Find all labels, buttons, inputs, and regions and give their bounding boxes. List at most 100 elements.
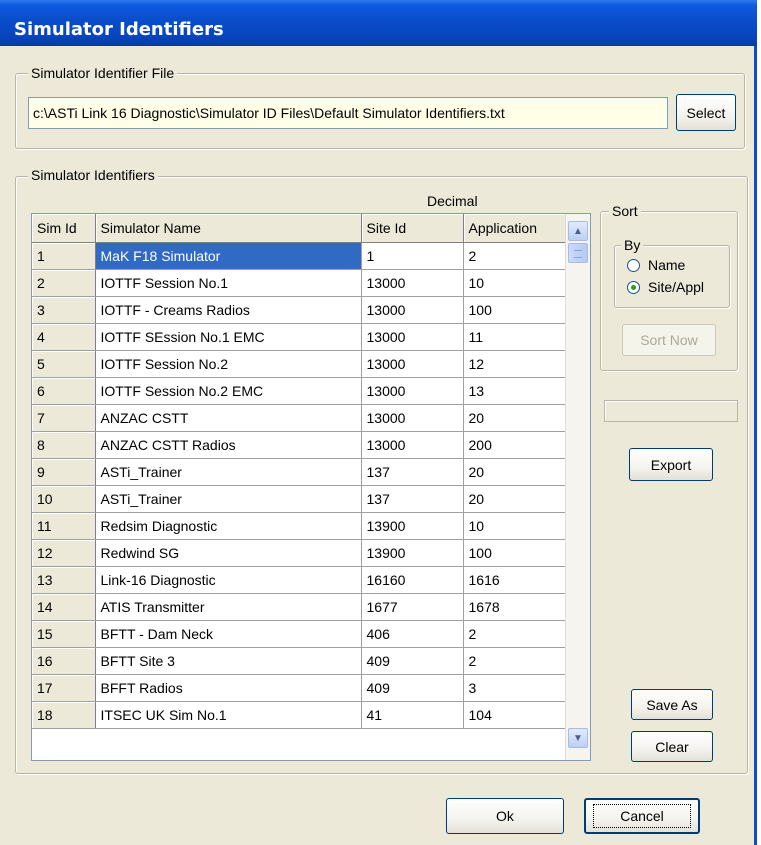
table-row[interactable]: 13 Link-16 Diagnostic 16160 1616 [32, 566, 566, 594]
cell-application[interactable]: 2 [463, 620, 566, 648]
cell-simulator-name[interactable]: IOTTF Session No.2 EMC [95, 377, 362, 405]
table-row[interactable]: 17 BFFT Radios 409 3 [32, 674, 566, 702]
cell-sim-id[interactable]: 6 [32, 377, 96, 405]
ok-button[interactable]: Ok [446, 798, 564, 834]
table-row[interactable]: 4 IOTTF SEssion No.1 EMC 13000 11 [32, 323, 566, 351]
cell-site-id[interactable]: 41 [361, 701, 464, 729]
cell-simulator-name[interactable]: IOTTF SEssion No.1 EMC [95, 323, 362, 351]
cell-application[interactable]: 100 [463, 296, 566, 324]
column-header-application[interactable]: Application [463, 214, 566, 243]
cell-simulator-name[interactable]: Link-16 Diagnostic [95, 566, 362, 594]
cell-site-id[interactable]: 13000 [361, 296, 464, 324]
cell-site-id[interactable]: 13000 [361, 350, 464, 378]
cell-site-id[interactable]: 409 [361, 674, 464, 702]
cell-application[interactable]: 10 [463, 512, 566, 540]
cell-simulator-name[interactable]: ANZAC CSTT Radios [95, 431, 362, 459]
cell-site-id[interactable]: 406 [361, 620, 464, 648]
table-row[interactable]: 3 IOTTF - Creams Radios 13000 100 [32, 296, 566, 324]
save-as-button[interactable]: Save As [631, 689, 713, 720]
table-row[interactable]: 9 ASTi_Trainer 137 20 [32, 458, 566, 486]
cell-simulator-name[interactable]: BFTT - Dam Neck [95, 620, 362, 648]
select-button[interactable]: Select [676, 94, 736, 131]
table-row[interactable]: 2 IOTTF Session No.1 13000 10 [32, 269, 566, 297]
table-row[interactable]: 8 ANZAC CSTT Radios 13000 200 [32, 431, 566, 459]
cell-application[interactable]: 1678 [463, 593, 566, 621]
cell-simulator-name[interactable]: Redsim Diagnostic [95, 512, 362, 540]
table-row[interactable]: 18 ITSEC UK Sim No.1 41 104 [32, 701, 566, 729]
title-bar[interactable]: Simulator Identifiers [0, 0, 757, 46]
cell-sim-id[interactable]: 15 [32, 620, 96, 648]
table-row[interactable]: 10 ASTi_Trainer 137 20 [32, 485, 566, 513]
scroll-up-arrow-icon[interactable]: ▲ [568, 221, 588, 241]
cell-sim-id[interactable]: 18 [32, 701, 96, 729]
cell-sim-id[interactable]: 4 [32, 323, 96, 351]
cell-application[interactable]: 20 [463, 485, 566, 513]
cell-application[interactable]: 3 [463, 674, 566, 702]
cell-site-id[interactable]: 1 [361, 242, 464, 270]
cell-site-id[interactable]: 137 [361, 485, 464, 513]
cell-sim-id[interactable]: 13 [32, 566, 96, 594]
cell-application[interactable]: 104 [463, 701, 566, 729]
table-row[interactable]: 5 IOTTF Session No.2 13000 12 [32, 350, 566, 378]
cell-site-id[interactable]: 13000 [361, 269, 464, 297]
table-row[interactable]: 14 ATIS Transmitter 1677 1678 [32, 593, 566, 621]
cell-sim-id[interactable]: 9 [32, 458, 96, 486]
scroll-down-arrow-icon[interactable]: ▼ [568, 728, 588, 748]
cell-application[interactable]: 2 [463, 647, 566, 675]
table-row[interactable]: 11 Redsim Diagnostic 13900 10 [32, 512, 566, 540]
cell-simulator-name[interactable]: ASTi_Trainer [95, 485, 362, 513]
file-path-field[interactable]: c:\ASTi Link 16 Diagnostic\Simulator ID … [28, 97, 668, 129]
cell-sim-id[interactable]: 3 [32, 296, 96, 324]
column-header-site-id[interactable]: Site Id [361, 214, 464, 243]
cell-application[interactable]: 20 [463, 458, 566, 486]
cell-simulator-name[interactable]: MaK F18 Simulator [95, 242, 362, 270]
vertical-scrollbar[interactable]: ▲ ▼ [565, 214, 590, 760]
column-header-simulator-name[interactable]: Simulator Name [95, 214, 362, 243]
cell-site-id[interactable]: 137 [361, 458, 464, 486]
cell-sim-id[interactable]: 17 [32, 674, 96, 702]
cell-application[interactable]: 12 [463, 350, 566, 378]
cell-site-id[interactable]: 16160 [361, 566, 464, 594]
cell-site-id[interactable]: 13000 [361, 377, 464, 405]
cell-simulator-name[interactable]: Redwind SG [95, 539, 362, 567]
cell-simulator-name[interactable]: IOTTF Session No.2 [95, 350, 362, 378]
cell-sim-id[interactable]: 2 [32, 269, 96, 297]
clear-button[interactable]: Clear [631, 731, 713, 762]
table-row[interactable]: 12 Redwind SG 13900 100 [32, 539, 566, 567]
cell-application[interactable]: 200 [463, 431, 566, 459]
column-header-sim-id[interactable]: Sim Id [32, 214, 96, 243]
cell-application[interactable]: 100 [463, 539, 566, 567]
cell-sim-id[interactable]: 5 [32, 350, 96, 378]
cell-application[interactable]: 2 [463, 242, 566, 270]
cell-simulator-name[interactable]: ATIS Transmitter [95, 593, 362, 621]
table-row[interactable]: 1 MaK F18 Simulator 1 2 [32, 242, 566, 270]
table-row[interactable]: 7 ANZAC CSTT 13000 20 [32, 404, 566, 432]
cell-site-id[interactable]: 13900 [361, 512, 464, 540]
cell-application[interactable]: 20 [463, 404, 566, 432]
cell-sim-id[interactable]: 12 [32, 539, 96, 567]
sort-now-button[interactable]: Sort Now [622, 324, 716, 356]
table-row[interactable]: 16 BFTT Site 3 409 2 [32, 647, 566, 675]
cancel-button[interactable]: Cancel [584, 798, 700, 834]
cell-sim-id[interactable]: 11 [32, 512, 96, 540]
cell-sim-id[interactable]: 1 [32, 242, 96, 270]
cell-simulator-name[interactable]: ASTi_Trainer [95, 458, 362, 486]
simulator-table[interactable]: Sim Id Simulator Name Site Id Applicatio… [31, 213, 591, 761]
cell-sim-id[interactable]: 10 [32, 485, 96, 513]
cell-simulator-name[interactable]: ITSEC UK Sim No.1 [95, 701, 362, 729]
cell-application[interactable]: 10 [463, 269, 566, 297]
cell-site-id[interactable]: 13900 [361, 539, 464, 567]
cell-site-id[interactable]: 13000 [361, 431, 464, 459]
cell-sim-id[interactable]: 16 [32, 647, 96, 675]
cell-application[interactable]: 11 [463, 323, 566, 351]
cell-simulator-name[interactable]: ANZAC CSTT [95, 404, 362, 432]
cell-simulator-name[interactable]: BFTT Site 3 [95, 647, 362, 675]
cell-site-id[interactable]: 409 [361, 647, 464, 675]
cell-sim-id[interactable]: 14 [32, 593, 96, 621]
cell-simulator-name[interactable]: IOTTF - Creams Radios [95, 296, 362, 324]
sort-by-site-appl-radio[interactable]: Site/Appl [627, 279, 704, 295]
table-row[interactable]: 6 IOTTF Session No.2 EMC 13000 13 [32, 377, 566, 405]
cell-application[interactable]: 1616 [463, 566, 566, 594]
sort-by-name-radio[interactable]: Name [627, 257, 685, 273]
cell-application[interactable]: 13 [463, 377, 566, 405]
